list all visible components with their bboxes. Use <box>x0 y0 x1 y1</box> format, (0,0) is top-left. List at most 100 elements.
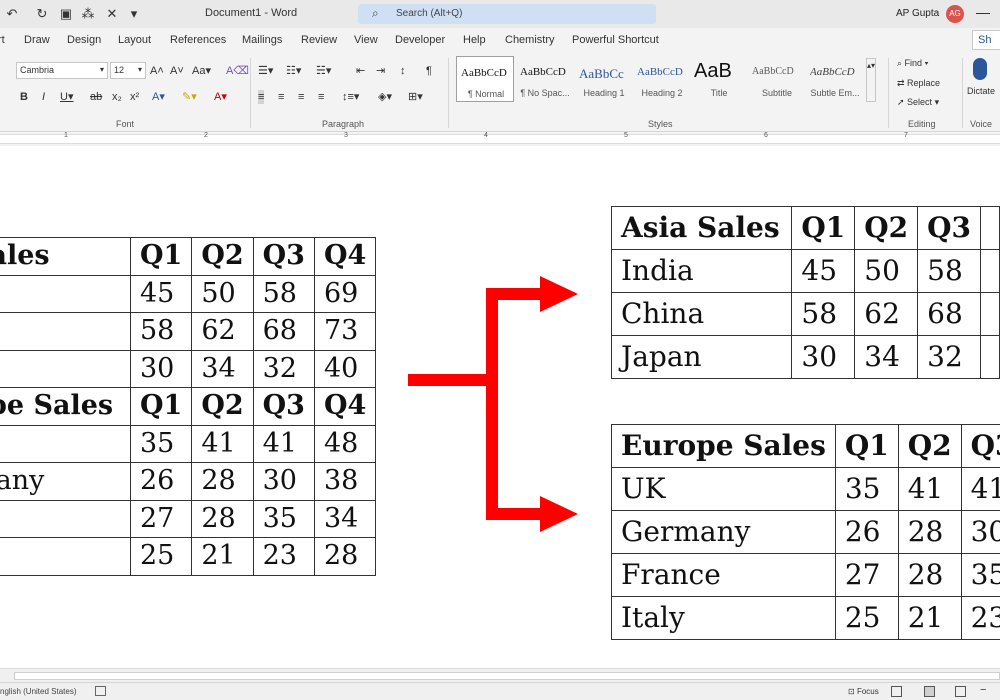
value-cell[interactable]: 30 <box>960 510 1000 554</box>
tab-layout[interactable]: Layout <box>118 34 151 46</box>
horizontal-scrollbar[interactable] <box>0 668 1000 682</box>
value-cell[interactable]: 35 <box>834 467 899 511</box>
superscript-icon[interactable]: x² <box>130 90 139 104</box>
focus-button[interactable]: ⊡ Focus <box>848 687 879 696</box>
sort-icon[interactable]: ↕ <box>400 64 406 78</box>
value-cell[interactable]: Q2 <box>854 206 919 250</box>
value-cell[interactable] <box>980 206 1000 250</box>
tab-insert[interactable]: rt <box>0 34 5 46</box>
select-button[interactable]: ➚ Select ▾ <box>897 97 939 108</box>
customize-toolbar-icon[interactable]: ▾ <box>126 6 142 22</box>
numbering-icon[interactable]: ☷▾ <box>286 64 301 78</box>
value-cell[interactable] <box>980 249 1000 293</box>
row-label-cell[interactable]: Europe Sales <box>611 424 836 468</box>
row-label-cell[interactable]: Asia Sales <box>610 206 793 250</box>
value-cell[interactable]: 34 <box>854 335 919 379</box>
replace-button[interactable]: ⇄ Replace <box>897 78 940 89</box>
tab-draw[interactable]: Draw <box>24 34 50 46</box>
tab-chemistry[interactable]: Chemistry <box>505 34 555 46</box>
row-label-cell[interactable]: Japan <box>610 335 793 379</box>
value-cell[interactable]: 21 <box>897 596 962 640</box>
grow-font-icon[interactable]: A˄ <box>150 64 164 78</box>
read-mode-icon[interactable] <box>891 686 902 697</box>
underline-icon[interactable]: U▾ <box>60 90 73 104</box>
row-label-cell[interactable]: India <box>610 249 793 293</box>
minimize-icon[interactable] <box>976 13 990 14</box>
document-canvas[interactable]: SalesQ1Q2Q3Q4a45505869a58626873n30343240… <box>0 146 1000 668</box>
value-cell[interactable]: 58 <box>917 249 981 293</box>
styles-scroll-icon[interactable]: ▴▾ <box>866 58 876 102</box>
font-color-icon[interactable]: A▾ <box>214 90 227 104</box>
value-cell[interactable]: 32 <box>917 335 981 379</box>
value-cell[interactable]: Q2 <box>897 424 962 468</box>
dictate-label[interactable]: Dictate <box>967 86 995 96</box>
europe-sales-table[interactable]: Europe SalesQ1Q2Q3UK354141Germany262830F… <box>611 424 1000 640</box>
font-name-combo[interactable]: Cambria ▾ <box>16 62 108 79</box>
tab-mailings[interactable]: Mailings <box>242 34 282 46</box>
row-label-cell[interactable]: Italy <box>611 596 836 640</box>
value-cell[interactable]: 68 <box>917 292 981 336</box>
value-cell[interactable]: 58 <box>791 292 856 336</box>
decrease-indent-icon[interactable]: ⇤ <box>356 64 365 78</box>
web-layout-icon[interactable] <box>955 686 966 697</box>
asia-sales-table[interactable]: Asia Sales Q1 Q2 Q3 India 45 50 58 China 58 62 68 Ja… <box>610 206 1000 379</box>
close-x-icon[interactable]: ✕ <box>104 6 120 22</box>
tab-view[interactable]: View <box>354 34 378 46</box>
search-box[interactable]: ⌕ Search (Alt+Q) <box>358 4 656 24</box>
avatar[interactable]: AG <box>946 5 964 23</box>
value-cell[interactable]: 27 <box>834 553 899 597</box>
share-button[interactable]: Sh <box>972 30 1000 50</box>
row-label-cell[interactable]: China <box>610 292 793 336</box>
clear-formatting-icon[interactable]: A⌫ <box>226 64 249 78</box>
row-label-cell[interactable]: Germany <box>611 510 836 554</box>
tab-review[interactable]: Review <box>301 34 337 46</box>
bullets-icon[interactable]: ☰▾ <box>258 64 273 78</box>
value-cell[interactable]: 28 <box>897 553 962 597</box>
value-cell[interactable]: 23 <box>960 596 1000 640</box>
highlight-icon[interactable]: ✎▾ <box>182 90 197 104</box>
find-button[interactable]: ⌕ Find ▾ <box>897 58 928 69</box>
tab-help[interactable]: Help <box>463 34 486 46</box>
bold-icon[interactable]: B <box>20 90 28 104</box>
value-cell[interactable] <box>980 335 1000 379</box>
shrink-font-icon[interactable]: A˅ <box>170 64 184 78</box>
line-spacing-icon[interactable]: ↕≡▾ <box>342 90 359 104</box>
tab-references[interactable]: References <box>170 34 226 46</box>
increase-indent-icon[interactable]: ⇥ <box>376 64 385 78</box>
value-cell[interactable]: 35 <box>960 553 1000 597</box>
user-name[interactable]: AP Gupta <box>896 8 939 19</box>
tab-design[interactable]: Design <box>67 34 101 46</box>
value-cell[interactable]: Q1 <box>791 206 856 250</box>
text-effects-icon[interactable]: A▾ <box>152 90 165 104</box>
style-normal[interactable]: AaBbCcD ¶ Normal <box>456 56 514 102</box>
accessibility-icon[interactable] <box>95 686 106 696</box>
strikethrough-icon[interactable]: ab <box>90 90 102 104</box>
value-cell[interactable]: 25 <box>834 596 899 640</box>
zoom-out-icon[interactable]: − <box>980 684 986 696</box>
style-heading-1[interactable]: AaBbCc Heading 1 <box>575 56 633 102</box>
value-cell[interactable]: Q3 <box>917 206 981 250</box>
subscript-icon[interactable]: x₂ <box>112 90 122 104</box>
print-layout-icon[interactable] <box>924 686 935 697</box>
multilevel-list-icon[interactable]: ☵▾ <box>316 64 331 78</box>
value-cell[interactable]: 30 <box>791 335 856 379</box>
show-marks-icon[interactable]: ¶ <box>426 64 432 78</box>
value-cell[interactable]: Q3 <box>960 424 1000 468</box>
italic-icon[interactable]: I <box>42 90 45 104</box>
value-cell[interactable]: 50 <box>854 249 919 293</box>
value-cell[interactable] <box>980 292 1000 336</box>
align-left-icon[interactable]: ≡ <box>258 90 265 104</box>
tab-developer[interactable]: Developer <box>395 34 445 46</box>
borders-icon[interactable]: ⊞▾ <box>408 90 423 104</box>
style-no-spacing[interactable]: AaBbCcD ¶ No Spac... <box>516 56 574 102</box>
justify-icon[interactable]: ≡ <box>318 90 324 104</box>
value-cell[interactable]: 28 <box>897 510 962 554</box>
row-label-cell[interactable]: UK <box>611 467 836 511</box>
undo-icon[interactable]: ↶ <box>4 6 20 22</box>
horizontal-ruler[interactable]: 1 2 3 4 5 6 7 <box>0 132 1000 146</box>
value-cell[interactable]: 62 <box>854 292 919 336</box>
value-cell[interactable]: 45 <box>791 249 856 293</box>
shading-icon[interactable]: ◈▾ <box>378 90 392 104</box>
align-right-icon[interactable]: ≡ <box>298 90 304 104</box>
language-status[interactable]: nglish (United States) <box>0 687 76 696</box>
